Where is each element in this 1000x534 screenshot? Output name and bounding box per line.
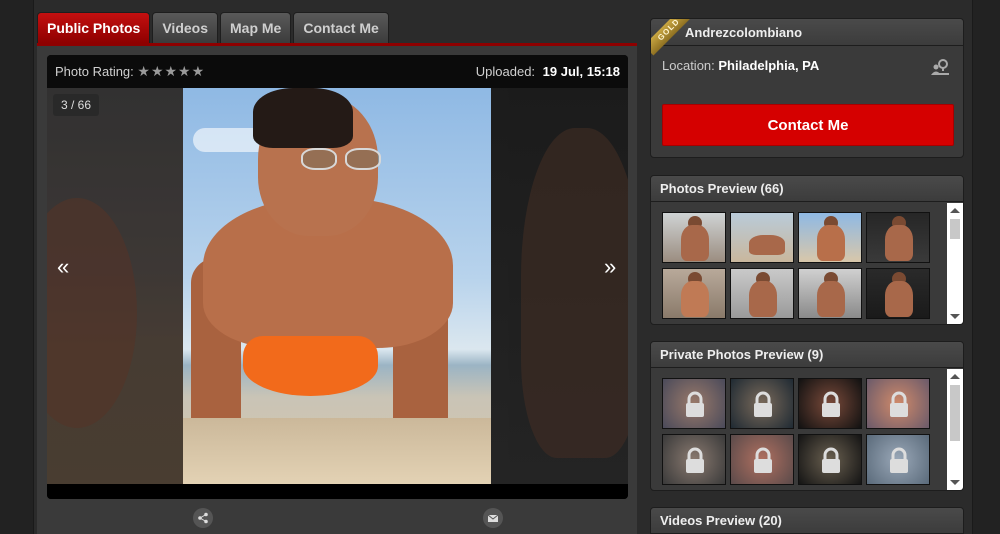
profile-tabs: Public Photos Videos Map Me Contact Me	[37, 12, 389, 43]
photo-figure-sunglasses	[301, 148, 391, 170]
tab-map-me[interactable]: Map Me	[220, 12, 292, 43]
previous-arrow[interactable]: «	[57, 254, 69, 280]
photos-preview-title: Photos Preview (66)	[651, 176, 963, 202]
contact-me-button[interactable]: Contact Me	[662, 104, 954, 146]
photo-counter: 3 / 66	[53, 94, 100, 116]
private-photo-thumbnail[interactable]	[662, 434, 726, 485]
photo-thumbnail[interactable]	[798, 212, 862, 263]
private-preview-scrollbar[interactable]	[947, 369, 963, 490]
profile-header: Andrezcolombiano	[651, 19, 963, 46]
photos-preview-grid	[662, 212, 932, 320]
private-photo-thumbnail[interactable]	[662, 378, 726, 429]
tab-contact-me[interactable]: Contact Me	[293, 12, 389, 43]
lock-icon	[890, 447, 908, 473]
lock-icon	[754, 391, 772, 417]
location: Location: Philadelphia, PA	[662, 58, 819, 73]
location-value: Philadelphia, PA	[718, 58, 820, 73]
scroll-up-arrow-icon[interactable]	[950, 374, 960, 379]
photo-sand	[183, 418, 491, 484]
photo-gallery: Photo Rating: ★★★★★ Uploaded: 19 Jul, 15…	[37, 46, 637, 534]
rating-label: Photo Rating:	[55, 64, 134, 79]
viewer-footer	[47, 484, 628, 499]
photo-figure-hair	[253, 88, 353, 148]
private-photos-preview-panel: Private Photos Preview (9)	[650, 341, 964, 491]
username[interactable]: Andrezcolombiano	[685, 25, 802, 40]
scroll-thumb[interactable]	[950, 219, 960, 239]
private-photo-thumbnail[interactable]	[798, 434, 862, 485]
photo-thumbnail[interactable]	[730, 268, 794, 319]
share-icon	[198, 512, 208, 524]
tab-public-photos[interactable]: Public Photos	[37, 12, 151, 43]
profile-panel: Andrezcolombiano GOLD Location: Philadel…	[650, 18, 964, 158]
videos-preview-title: Videos Preview (20)	[651, 508, 963, 534]
share-button[interactable]	[193, 508, 213, 528]
main-photo[interactable]	[183, 88, 491, 484]
uploaded-date: 19 Jul, 15:18	[542, 64, 620, 79]
next-arrow[interactable]: »	[604, 254, 616, 280]
photo-thumbnail[interactable]	[662, 268, 726, 319]
photo-thumbnail[interactable]	[730, 212, 794, 263]
private-photo-thumbnail[interactable]	[798, 378, 862, 429]
videos-preview-panel: Videos Preview (20)	[650, 507, 964, 534]
photo-viewer: Photo Rating: ★★★★★ Uploaded: 19 Jul, 15…	[47, 55, 628, 499]
envelope-icon	[487, 514, 499, 522]
scroll-thumb[interactable]	[950, 385, 960, 441]
upload-info: Uploaded: 19 Jul, 15:18	[476, 64, 620, 79]
lock-icon	[890, 391, 908, 417]
map-pin-user-icon[interactable]	[930, 58, 950, 76]
lock-icon	[822, 447, 840, 473]
scroll-down-arrow-icon[interactable]	[950, 314, 960, 319]
lock-icon	[686, 391, 704, 417]
private-photo-thumbnail[interactable]	[866, 378, 930, 429]
private-photo-thumbnail[interactable]	[730, 378, 794, 429]
photos-preview-scrollbar[interactable]	[947, 203, 963, 324]
message-button[interactable]	[483, 508, 503, 528]
lock-icon	[754, 447, 772, 473]
photo-figure-shorts	[243, 336, 378, 396]
photos-preview-panel: Photos Preview (66)	[650, 175, 964, 325]
previous-photo-preview[interactable]	[47, 88, 183, 484]
page-left-edge	[0, 0, 34, 534]
private-photos-grid	[662, 378, 932, 486]
lock-icon	[686, 447, 704, 473]
photo-rating: Photo Rating: ★★★★★	[55, 63, 205, 80]
photo-stage: 3 / 66 « »	[47, 88, 628, 484]
photo-thumbnail[interactable]	[662, 212, 726, 263]
private-photo-thumbnail[interactable]	[730, 434, 794, 485]
scroll-up-arrow-icon[interactable]	[950, 208, 960, 213]
rating-stars[interactable]: ★★★★★	[137, 63, 205, 79]
photo-thumbnail[interactable]	[866, 268, 930, 319]
private-photo-thumbnail[interactable]	[866, 434, 930, 485]
private-photos-preview-title: Private Photos Preview (9)	[651, 342, 963, 368]
next-photo-preview[interactable]	[491, 88, 628, 484]
page-right-edge	[972, 0, 1000, 534]
photo-thumbnail[interactable]	[866, 212, 930, 263]
uploaded-label: Uploaded:	[475, 64, 536, 79]
scroll-down-arrow-icon[interactable]	[950, 480, 960, 485]
lock-icon	[822, 391, 840, 417]
viewer-info-bar: Photo Rating: ★★★★★ Uploaded: 19 Jul, 15…	[47, 55, 628, 88]
photo-thumbnail[interactable]	[798, 268, 862, 319]
tab-videos[interactable]: Videos	[152, 12, 218, 43]
location-label: Location:	[662, 58, 715, 73]
